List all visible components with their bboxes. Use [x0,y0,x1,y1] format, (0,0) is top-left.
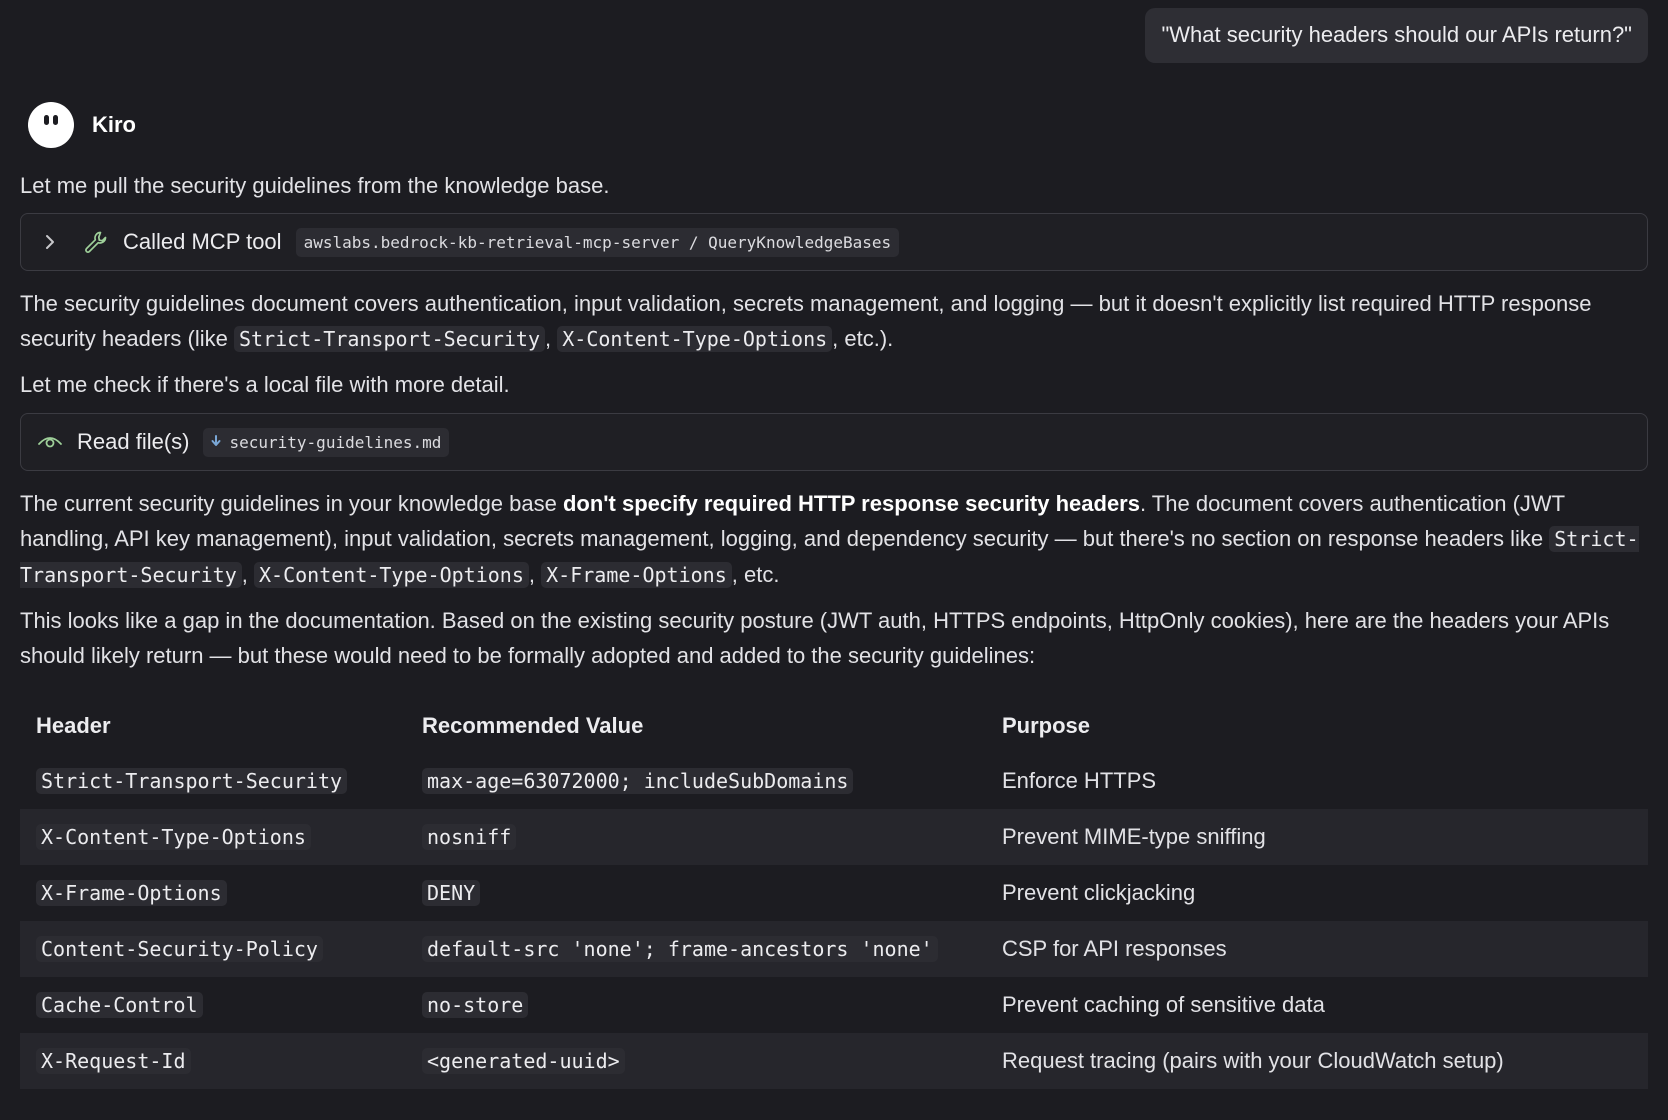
header-name: X-Content-Type-Options [36,824,311,850]
purpose-cell: Prevent caching of sensitive data [1002,992,1325,1017]
markdown-file-icon [211,435,221,449]
value-cell: DENY [406,865,986,921]
bold-statement: don't specify required HTTP response sec… [562,491,1140,516]
purpose-cell: Enforce HTTPS [1002,768,1157,793]
value-cell: <generated-uuid> [406,1033,986,1089]
header-value: no-store [422,992,529,1018]
mcp-tool-call-card[interactable]: Called MCP tool awslabs.bedrock-kb-retri… [20,213,1648,271]
user-message-text: "What security headers should our APIs r… [1161,22,1632,47]
column-header: Purpose [1002,713,1091,738]
table-row: X-Frame-Options DENY Prevent clickjackin… [20,865,1648,921]
header-name: X-Request-Id [36,1048,191,1074]
purpose-cell: Prevent MIME-type sniffing [986,809,1648,865]
header-name: Strict-Transport-Security [36,768,348,794]
value-cell: max-age=63072000; includeSubDomains [406,753,986,809]
paragraph-1-text-b: , [545,326,558,351]
header-cell: X-Content-Type-Options [20,809,406,865]
value-cell: default-src 'none'; frame-ancestors 'non… [406,921,986,977]
read-file-label: Read file(s) [77,429,190,454]
kiro-avatar-icon [28,102,74,148]
table-header-row: Header Recommended Value Purpose [20,699,1648,753]
assistant-name: Kiro [92,112,136,137]
header-value: max-age=63072000; includeSubDomains [422,768,854,794]
table-row: X-Request-Id <generated-uuid> Request tr… [20,1033,1648,1089]
inline-code: X-Content-Type-Options [253,562,529,588]
file-chip[interactable]: security-guidelines.md [203,427,450,457]
header-cell: X-Frame-Options [20,865,406,921]
header-cell: Content-Security-Policy [20,921,406,977]
header-value: <generated-uuid> [422,1048,625,1074]
security-headers-table: Header Recommended Value Purpose Strict-… [20,699,1648,1089]
header-name: X-Frame-Options [36,880,227,906]
header-value: default-src 'none'; frame-ancestors 'non… [422,936,938,962]
header-value: DENY [422,880,481,906]
header-value: nosniff [422,824,517,850]
file-name: security-guidelines.md [229,432,442,452]
user-message-bubble: "What security headers should our APIs r… [1145,8,1648,63]
assistant-message: Let me pull the security guidelines from… [20,168,1648,1089]
header-cell: Cache-Control [20,977,406,1033]
table-row: X-Content-Type-Options nosniff Prevent M… [20,809,1648,865]
paragraph-3-text-a: The current security guidelines in your … [20,491,563,516]
inline-code: X-Frame-Options [541,562,732,588]
paragraph-3: The current security guidelines in your … [20,486,1648,593]
paragraph-1: The security guidelines document covers … [20,286,1648,357]
table-row: Cache-Control no-store Prevent caching o… [20,977,1648,1033]
chevron-right-icon[interactable] [43,234,57,250]
wrench-icon [83,229,109,255]
paragraph-3-text-c: , etc. [731,562,780,587]
purpose-cell: Request tracing (pairs with your CloudWa… [986,1033,1648,1089]
paragraph-2: Let me check if there's a local file wit… [20,372,510,397]
inline-code: Strict-Transport-Security [233,326,546,352]
eye-icon [37,432,63,452]
paragraph-1-text-c: , etc.). [832,326,894,351]
assistant-header: Kiro [28,102,136,148]
value-cell: nosniff [406,809,986,865]
intro-text: Let me pull the security guidelines from… [20,173,610,198]
paragraph-4: This looks like a gap in the documentati… [20,608,1610,668]
separator: , [241,562,254,587]
column-header: Header [36,713,111,738]
table-row: Strict-Transport-Security max-age=630720… [20,753,1648,809]
purpose-cell: Prevent clickjacking [1002,880,1196,905]
purpose-cell: CSP for API responses [986,921,1648,977]
table-row: Content-Security-Policy default-src 'non… [20,921,1648,977]
separator: , [528,562,542,587]
header-cell: Strict-Transport-Security [20,753,406,809]
read-file-card[interactable]: Read file(s) security-guidelines.md [20,413,1648,471]
column-header: Recommended Value [422,713,644,738]
header-name: Cache-Control [36,992,203,1018]
header-cell: X-Request-Id [20,1033,406,1089]
value-cell: no-store [406,977,986,1033]
inline-code: X-Content-Type-Options [557,326,833,352]
tool-call-label: Called MCP tool [123,229,282,254]
tool-name-chip: awslabs.bedrock-kb-retrieval-mcp-server … [295,227,900,257]
header-name: Content-Security-Policy [36,936,323,962]
